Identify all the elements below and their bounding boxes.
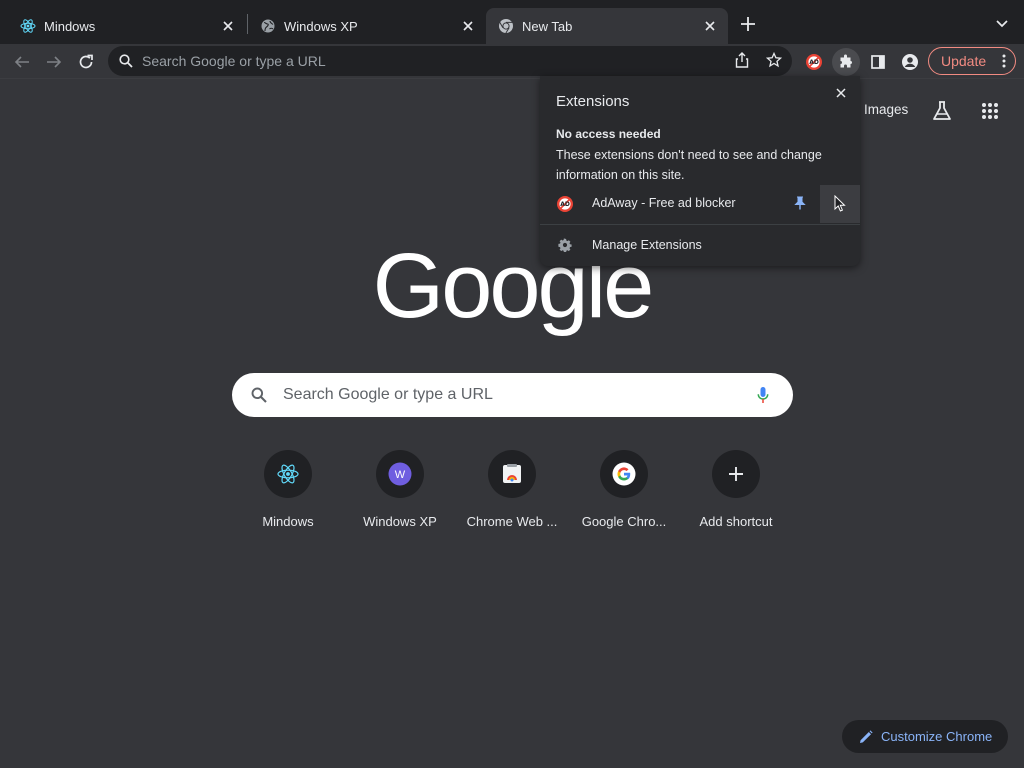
omnibox[interactable]: Search Google or type a URL [108, 46, 792, 76]
tab-strip: Mindows Windows XP New Tab [0, 0, 1024, 44]
tab-title: Windows XP [284, 18, 358, 34]
popup-divider [540, 224, 860, 225]
mouse-cursor-icon [834, 195, 846, 212]
update-button[interactable]: Update [928, 47, 1016, 75]
shortcut-tile[interactable]: W Windows XP [344, 450, 456, 540]
tab-title: Mindows [44, 18, 96, 34]
extensions-popup: Extensions No access needed These extens… [540, 76, 860, 266]
customize-label: Customize Chrome [881, 729, 993, 744]
customize-chrome-button[interactable]: Customize Chrome [842, 720, 1008, 753]
pin-icon[interactable] [792, 195, 808, 211]
globe-icon [260, 18, 276, 34]
shortcut-title: Windows XP [363, 514, 437, 529]
plus-icon [712, 450, 760, 498]
tab-new-tab[interactable]: New Tab [486, 8, 728, 44]
extensions-button[interactable] [832, 48, 860, 76]
update-label: Update [941, 53, 987, 69]
shortcut-title: Add shortcut [699, 514, 773, 529]
labs-flask-icon[interactable] [930, 99, 954, 123]
close-tab-icon[interactable] [218, 16, 238, 36]
extension-row[interactable]: AD AdAway - Free ad blocker [540, 185, 860, 223]
close-tab-icon[interactable] [700, 16, 720, 36]
close-tab-icon[interactable] [458, 16, 478, 36]
tab-windows-xp[interactable]: Windows XP [248, 8, 486, 44]
chevron-down-icon [996, 20, 1008, 28]
forward-arrow-icon [47, 56, 62, 68]
shortcut-tile[interactable]: Chrome Web ... [456, 450, 568, 540]
react-icon [264, 450, 312, 498]
apps-grid-icon[interactable] [978, 99, 1002, 123]
shortcut-title: Mindows [262, 514, 314, 529]
google-g-icon [600, 450, 648, 498]
svg-text:AD: AD [809, 59, 819, 66]
shortcut-tile[interactable]: Google Chro... [568, 450, 680, 540]
chrome-icon [498, 18, 514, 34]
close-popup-icon[interactable] [832, 84, 850, 102]
back-button[interactable] [8, 48, 36, 76]
images-link[interactable]: Images [864, 102, 908, 117]
omnibox-placeholder: Search Google or type a URL [142, 53, 326, 69]
svg-text:AD: AD [560, 201, 570, 208]
puzzle-icon [840, 54, 852, 68]
side-panel-icon [871, 55, 885, 69]
gear-icon [556, 236, 574, 254]
react-icon [20, 18, 36, 34]
popup-title: Extensions [556, 93, 630, 110]
manage-extensions-label: Manage Extensions [592, 238, 702, 252]
kebab-menu-icon[interactable] [1001, 53, 1007, 69]
pencil-icon [858, 729, 874, 745]
search-icon [250, 386, 268, 404]
tab-mindows[interactable]: Mindows [8, 8, 246, 44]
tab-search-button[interactable] [990, 12, 1014, 36]
reload-button[interactable] [72, 48, 100, 76]
manage-extensions-item[interactable]: Manage Extensions [540, 226, 860, 264]
share-icon [735, 52, 749, 68]
back-arrow-icon [14, 56, 29, 68]
toolbar: Search Google or type a URL AD Update [0, 44, 1024, 79]
svg-text:W: W [395, 469, 406, 481]
adaway-icon: AD [556, 195, 574, 213]
ntp-search-box[interactable]: Search Google or type a URL [232, 373, 793, 417]
reload-icon [79, 54, 93, 69]
shortcut-title: Google Chro... [581, 514, 667, 529]
add-shortcut-button[interactable]: Add shortcut [680, 450, 792, 540]
profile-icon [902, 54, 918, 70]
adaway-icon: AD [806, 54, 822, 70]
bookmark-button[interactable] [765, 51, 783, 69]
extension-more-options-button[interactable] [820, 185, 860, 223]
search-icon [118, 53, 134, 69]
tab-title: New Tab [522, 18, 573, 34]
search-placeholder: Search Google or type a URL [283, 386, 493, 403]
w-letter-icon: W [376, 450, 424, 498]
chrome-web-store-icon [488, 450, 536, 498]
section-heading: No access needed [556, 127, 661, 141]
shortcut-title: Chrome Web ... [466, 514, 558, 529]
side-panel-button[interactable] [864, 48, 892, 76]
share-button[interactable] [733, 51, 751, 69]
new-tab-button[interactable] [736, 12, 760, 36]
star-icon [766, 52, 782, 68]
section-description: These extensions don't need to see and c… [556, 148, 822, 182]
profile-button[interactable] [896, 48, 924, 76]
extension-name: AdAway - Free ad blocker [592, 196, 736, 210]
shortcut-tile[interactable]: Mindows [232, 450, 344, 540]
forward-button[interactable] [40, 48, 68, 76]
microphone-icon[interactable] [754, 385, 772, 405]
adaway-extension-button[interactable]: AD [800, 48, 828, 76]
